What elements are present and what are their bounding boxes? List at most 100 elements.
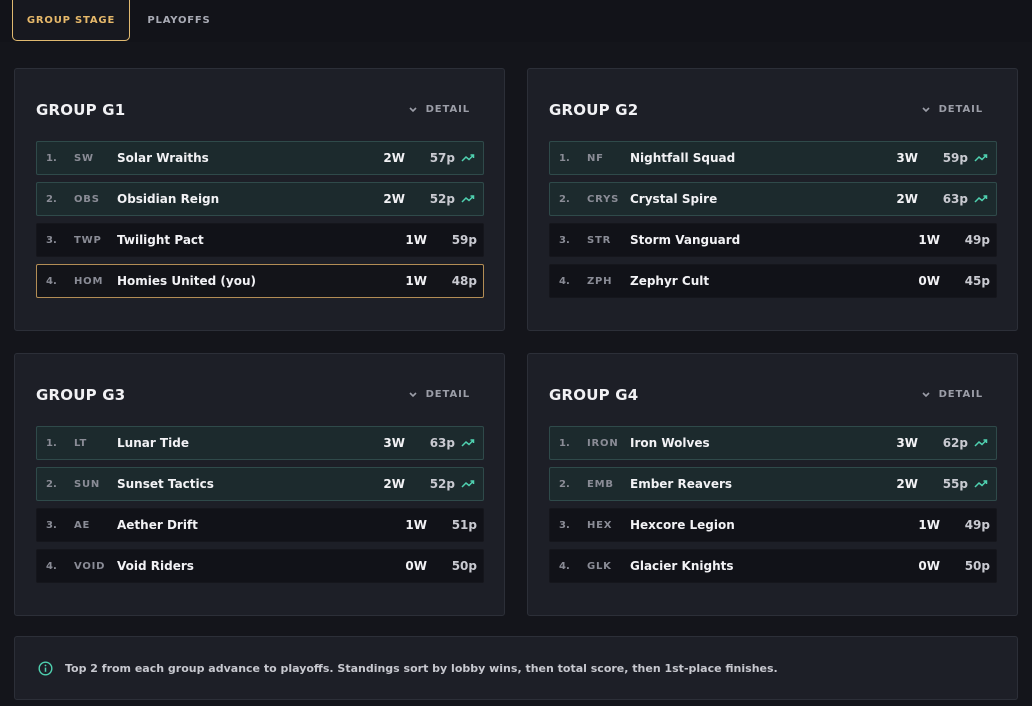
chevron-down-icon — [409, 391, 417, 397]
trending-up-icon — [974, 439, 988, 447]
standings-list: 1. SW Solar Wraiths 2W 57p 2. OBS Obsidian Reig… — [36, 141, 484, 305]
group-card-g2: GROUP G2 DETAIL 1. NF Nightfall Squad 3W 59p… — [527, 68, 1018, 331]
trending-up-icon — [974, 195, 988, 203]
team-tag: STR — [587, 234, 612, 246]
team-name: Homies United (you) — [117, 274, 256, 288]
team-wins: 1W — [405, 233, 427, 247]
team-rank: 1. — [46, 437, 57, 449]
team-points: 51p — [451, 518, 477, 532]
team-rank: 4. — [559, 560, 570, 572]
info-text: Top 2 from each group advance to playoff… — [65, 662, 778, 675]
team-name: Twilight Pact — [117, 233, 204, 247]
detail-label: DETAIL — [938, 389, 983, 400]
team-tag: SW — [74, 152, 94, 164]
group-title: GROUP G4 — [549, 386, 639, 404]
team-wins: 3W — [896, 436, 918, 450]
team-name: Glacier Knights — [630, 559, 734, 573]
standings-row[interactable]: 2. EMB Ember Reavers 2W 55p — [549, 467, 997, 501]
detail-button[interactable]: DETAIL — [408, 389, 470, 400]
detail-label: DETAIL — [425, 104, 470, 115]
standings-row[interactable]: 1. LT Lunar Tide 3W 63p — [36, 426, 484, 460]
team-points: 49p — [964, 233, 990, 247]
team-name: Void Riders — [117, 559, 194, 573]
team-points: 52p — [429, 192, 455, 206]
team-tag: EMB — [587, 478, 614, 490]
team-rank: 3. — [559, 234, 570, 246]
team-wins: 1W — [918, 518, 940, 532]
info-circle-icon — [38, 661, 53, 676]
team-tag: TWP — [74, 234, 102, 246]
team-tag: CRYS — [587, 193, 620, 205]
standings-list: 1. LT Lunar Tide 3W 63p 2. SUN Sunset Tactics 2W… — [36, 426, 484, 590]
team-tag: HOM — [74, 275, 104, 287]
team-name: Obsidian Reign — [117, 192, 220, 206]
team-tag: HEX — [587, 519, 613, 531]
group-card-g1: GROUP G1 DETAIL 1. SW Solar Wraiths 2W 57p 2.… — [14, 68, 505, 331]
team-wins: 2W — [896, 192, 918, 206]
team-points: 50p — [451, 559, 477, 573]
standings-row[interactable]: 2. SUN Sunset Tactics 2W 52p — [36, 467, 484, 501]
standings-row[interactable]: 4. VOID Void Riders 0W 50p — [36, 549, 484, 583]
group-title: GROUP G3 — [36, 386, 126, 404]
team-points: 49p — [964, 518, 990, 532]
team-tag: SUN — [74, 478, 101, 490]
team-points: 45p — [964, 274, 990, 288]
team-points: 48p — [451, 274, 477, 288]
team-name: Iron Wolves — [630, 436, 710, 450]
trending-up-icon — [974, 480, 988, 488]
standings-row[interactable]: 4. HOM Homies United (you) 1W 48p — [36, 264, 484, 298]
standings-row[interactable]: 4. ZPH Zephyr Cult 0W 45p — [549, 264, 997, 298]
team-wins: 1W — [405, 274, 427, 288]
tab-playoffs[interactable]: PLAYOFFS — [138, 0, 220, 41]
standings-row[interactable]: 3. HEX Hexcore Legion 1W 49p — [549, 508, 997, 542]
team-name: Ember Reavers — [630, 477, 733, 491]
team-points: 59p — [942, 151, 968, 165]
standings-list: 1. NF Nightfall Squad 3W 59p 2. CRYS Crystal Sp… — [549, 141, 997, 305]
team-points: 57p — [429, 151, 455, 165]
detail-button[interactable]: DETAIL — [921, 104, 983, 115]
standings-row[interactable]: 4. GLK Glacier Knights 0W 50p — [549, 549, 997, 583]
team-name: Storm Vanguard — [630, 233, 741, 247]
group-title: GROUP G1 — [36, 101, 126, 119]
team-rank: 2. — [559, 478, 570, 490]
team-wins: 0W — [918, 274, 940, 288]
team-wins: 2W — [383, 477, 405, 491]
team-rank: 1. — [46, 152, 57, 164]
team-points: 59p — [451, 233, 477, 247]
team-rank: 3. — [46, 519, 57, 531]
standings-row[interactable]: 2. CRYS Crystal Spire 2W 63p — [549, 182, 997, 216]
team-points: 50p — [964, 559, 990, 573]
group-card-g3: GROUP G3 DETAIL 1. LT Lunar Tide 3W 63p 2. SUN… — [14, 353, 505, 616]
team-rank: 4. — [46, 560, 57, 572]
team-tag: OBS — [74, 193, 100, 205]
team-rank: 4. — [46, 275, 57, 287]
team-wins: 3W — [896, 151, 918, 165]
standings-row[interactable]: 3. STR Storm Vanguard 1W 49p — [549, 223, 997, 257]
detail-button[interactable]: DETAIL — [921, 389, 983, 400]
team-rank: 1. — [559, 437, 570, 449]
standings-row[interactable]: 1. SW Solar Wraiths 2W 57p — [36, 141, 484, 175]
team-name: Crystal Spire — [630, 192, 718, 206]
team-points: 63p — [429, 436, 455, 450]
team-wins: 1W — [918, 233, 940, 247]
team-name: Zephyr Cult — [630, 274, 710, 288]
standings-row[interactable]: 2. OBS Obsidian Reign 2W 52p — [36, 182, 484, 216]
standings-row[interactable]: 1. NF Nightfall Squad 3W 59p — [549, 141, 997, 175]
standings-row[interactable]: 3. TWP Twilight Pact 1W 59p — [36, 223, 484, 257]
team-tag: GLK — [587, 560, 612, 572]
trending-up-icon — [461, 154, 475, 162]
tab-bar: GROUP STAGE PLAYOFFS — [0, 0, 1032, 42]
trending-up-icon — [461, 480, 475, 488]
team-points: 62p — [942, 436, 968, 450]
standings-row[interactable]: 3. AE Aether Drift 1W 51p — [36, 508, 484, 542]
info-banner: Top 2 from each group advance to playoff… — [14, 636, 1018, 700]
detail-button[interactable]: DETAIL — [408, 104, 470, 115]
team-name: Aether Drift — [117, 518, 198, 532]
team-tag: VOID — [74, 560, 106, 572]
team-rank: 2. — [46, 478, 57, 490]
trending-up-icon — [461, 439, 475, 447]
tab-group-stage[interactable]: GROUP STAGE — [12, 0, 130, 41]
group-card-g4: GROUP G4 DETAIL 1. IRON Iron Wolves 3W 62p 2.… — [527, 353, 1018, 616]
standings-row[interactable]: 1. IRON Iron Wolves 3W 62p — [549, 426, 997, 460]
team-rank: 2. — [559, 193, 570, 205]
